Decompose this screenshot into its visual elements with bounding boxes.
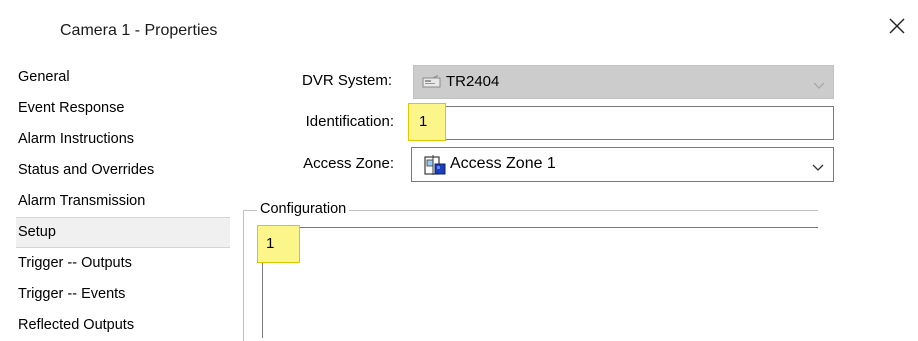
dvr-system-select: TR2404 xyxy=(413,65,834,99)
configuration-textarea[interactable] xyxy=(262,227,818,338)
sidebar-item-trigger-events[interactable]: Trigger -- Events xyxy=(16,279,230,310)
identification-field[interactable] xyxy=(411,106,834,140)
chevron-down-icon xyxy=(813,77,825,95)
configuration-title: Configuration xyxy=(257,201,350,217)
access-zone-select[interactable]: Access Zone 1 xyxy=(411,147,834,182)
access-zone-label: Access Zone: xyxy=(303,155,394,172)
dvr-system-label: DVR System: xyxy=(301,72,392,89)
configuration-value: 1 xyxy=(266,235,275,252)
sidebar-item-reflected-outputs[interactable]: Reflected Outputs xyxy=(16,310,230,341)
identification-label: Identification: xyxy=(305,113,394,130)
dvr-device-icon xyxy=(422,75,442,94)
sidebar-item-event-response[interactable]: Event Response xyxy=(16,93,230,124)
access-zone-value: Access Zone 1 xyxy=(450,155,556,172)
sidebar-item-general[interactable]: General xyxy=(16,62,230,93)
access-zone-icon xyxy=(424,154,446,181)
sidebar-item-status-and-overrides[interactable]: Status and Overrides xyxy=(16,155,230,186)
title-bar: Camera 1 - Properties xyxy=(0,0,918,54)
identification-value: 1 xyxy=(419,113,428,130)
dvr-system-value: TR2404 xyxy=(446,73,500,90)
sidebar-nav: General Event Response Alarm Instruction… xyxy=(16,62,230,341)
close-icon[interactable] xyxy=(886,15,908,37)
chevron-down-icon[interactable] xyxy=(812,159,824,177)
sidebar-item-trigger-outputs[interactable]: Trigger -- Outputs xyxy=(16,248,230,279)
sidebar-item-alarm-transmission[interactable]: Alarm Transmission xyxy=(16,186,230,217)
sidebar-item-alarm-instructions[interactable]: Alarm Instructions xyxy=(16,124,230,155)
sidebar-item-setup[interactable]: Setup xyxy=(16,217,230,248)
configuration-highlight xyxy=(257,225,300,263)
window-title: Camera 1 - Properties xyxy=(60,22,218,39)
